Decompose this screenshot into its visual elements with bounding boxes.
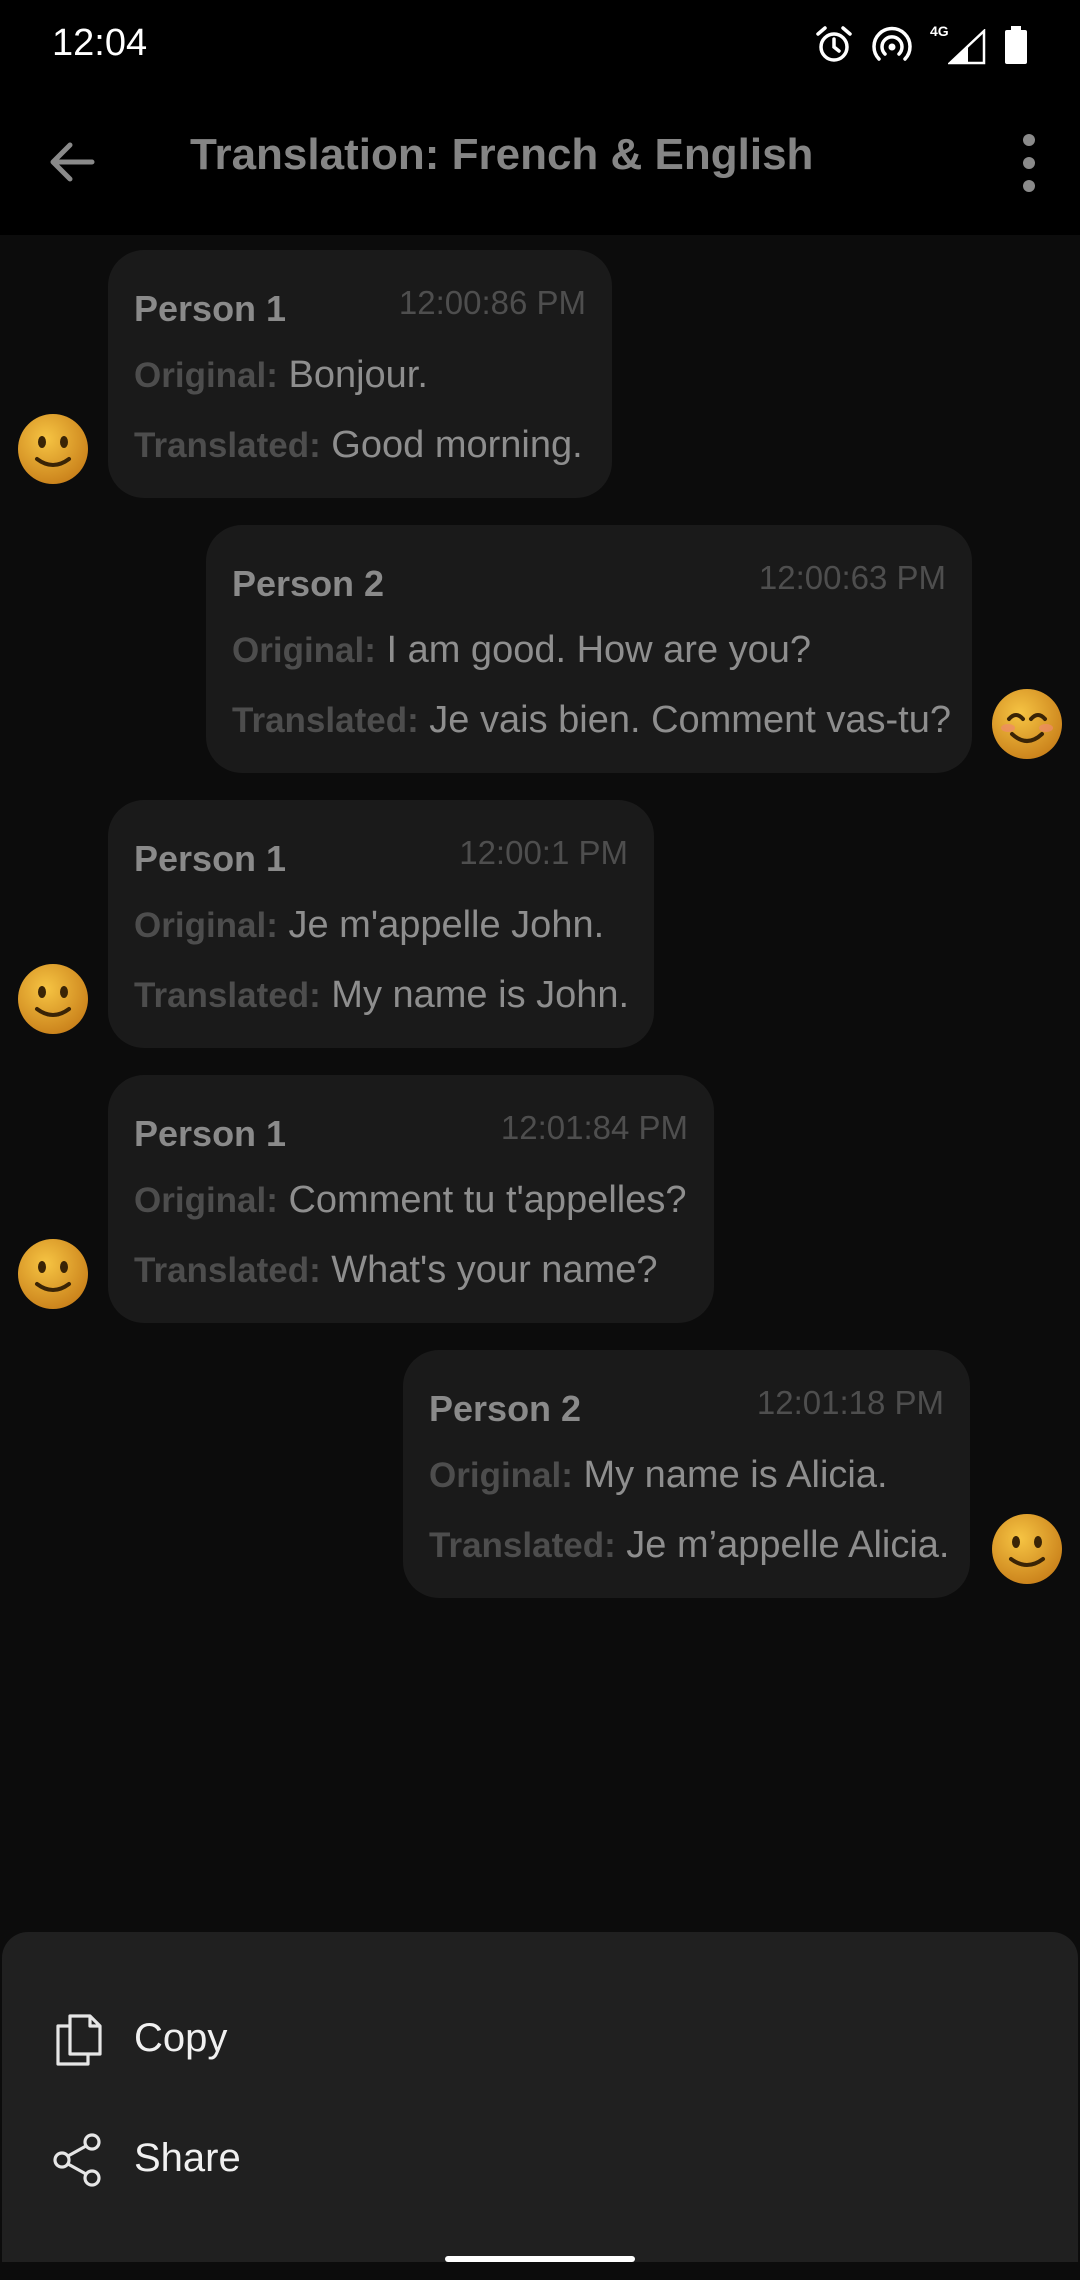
battery-icon [1005,26,1027,64]
message-original: Original: Je m'appelle John. [134,904,604,947]
message-header: Person 1 12:00:86 PM [134,250,586,329]
original-text: Bonjour. [288,354,428,396]
share-menu-item[interactable]: Share [2,2106,1078,2216]
message-sender: Person 1 [134,288,287,329]
more-vert-icon[interactable] [1004,130,1054,196]
slightly-smiling-face-icon [992,1514,1062,1584]
message-header: Person 2 12:00:63 PM [232,525,946,604]
alarm-icon [816,26,852,62]
status-bar: 12:04 4G [0,0,1080,90]
original-label: Original: [134,356,278,395]
copy-menu-item[interactable]: Copy [2,1986,1078,2096]
message-bubble[interactable]: Person 1 12:01:84 PM Original: Comment t… [108,1075,714,1323]
translated-label: Translated: [134,426,321,465]
translated-text: Je m’appelle Alicia. [626,1524,950,1566]
message-translated: Translated: What's your name? [134,1249,657,1292]
message-sender: Person 2 [232,563,385,604]
message-original: Original: Comment tu t'appelles? [134,1179,687,1222]
message-header: Person 1 12:00:1 PM [134,800,628,879]
share-label: Share [134,2136,241,2180]
copy-icon [56,2014,102,2066]
slightly-smiling-face-icon [18,1239,88,1309]
page-title: Translation: French & English [190,130,814,179]
original-label: Original: [429,1456,573,1495]
message-sender: Person 1 [134,1113,287,1154]
original-label: Original: [134,906,278,945]
share-icon [53,2133,101,2187]
translated-label: Translated: [429,1526,616,1565]
message-time: 12:00:63 PM [758,559,946,596]
message-sender: Person 2 [429,1388,582,1429]
translated-text: What's your name? [331,1249,658,1291]
app-bar: Translation: French & English [0,90,1080,235]
message-bubble[interactable]: Person 2 12:00:63 PM Original: I am good… [206,525,972,773]
back-arrow-icon[interactable] [42,132,102,192]
message-bubble[interactable]: Person 1 12:00:86 PM Original: Bonjour. … [108,250,612,498]
home-indicator[interactable] [445,2256,635,2262]
message-header: Person 1 12:01:84 PM [134,1075,688,1154]
screen: 12:04 4G Translation: French & English P… [0,0,1080,2280]
slightly-smiling-face-icon [18,964,88,1034]
translated-text: Good morning. [331,424,583,466]
message-time: 12:01:84 PM [500,1109,688,1146]
translated-text: Je vais bien. Comment vas-tu? [429,699,951,741]
message-original: Original: Bonjour. [134,354,428,397]
original-text: Je m'appelle John. [288,904,605,946]
smiling-face-with-smiling-eyes-icon [992,689,1062,759]
message-original: Original: I am good. How are you? [232,629,811,672]
original-text: I am good. How are you? [386,629,812,671]
message-bubble[interactable]: Person 2 12:01:18 PM Original: My name i… [403,1350,970,1598]
message-translated: Translated: Good morning. [134,424,583,467]
message-time: 12:00:86 PM [398,284,586,321]
hotspot-icon [872,26,912,61]
status-icons: 4G [814,22,1028,68]
signal-icon [948,29,986,65]
bottom-sheet: Copy Share [2,1932,1078,2262]
status-time: 12:04 [52,22,148,64]
message-translated: Translated: Je vais bien. Comment vas-tu… [232,699,951,742]
message-sender: Person 1 [134,838,287,879]
original-label: Original: [134,1181,278,1220]
translated-text: My name is John. [331,974,630,1016]
copy-label: Copy [134,2016,228,2060]
message-bubble[interactable]: Person 1 12:00:1 PM Original: Je m'appel… [108,800,654,1048]
original-text: My name is Alicia. [583,1454,888,1496]
translated-label: Translated: [134,976,321,1015]
slightly-smiling-face-icon [18,414,88,484]
message-translated: Translated: My name is John. [134,974,629,1017]
message-original: Original: My name is Alicia. [429,1454,888,1497]
original-label: Original: [232,631,376,670]
original-text: Comment tu t'appelles? [288,1179,687,1221]
message-translated: Translated: Je m’appelle Alicia. [429,1524,949,1567]
message-header: Person 2 12:01:18 PM [429,1350,944,1429]
network-type-indicator: 4G [930,23,986,65]
network-type-label: 4G [930,23,949,39]
translated-label: Translated: [134,1251,321,1290]
message-time: 12:01:18 PM [756,1384,944,1421]
translated-label: Translated: [232,701,419,740]
message-time: 12:00:1 PM [459,834,628,871]
